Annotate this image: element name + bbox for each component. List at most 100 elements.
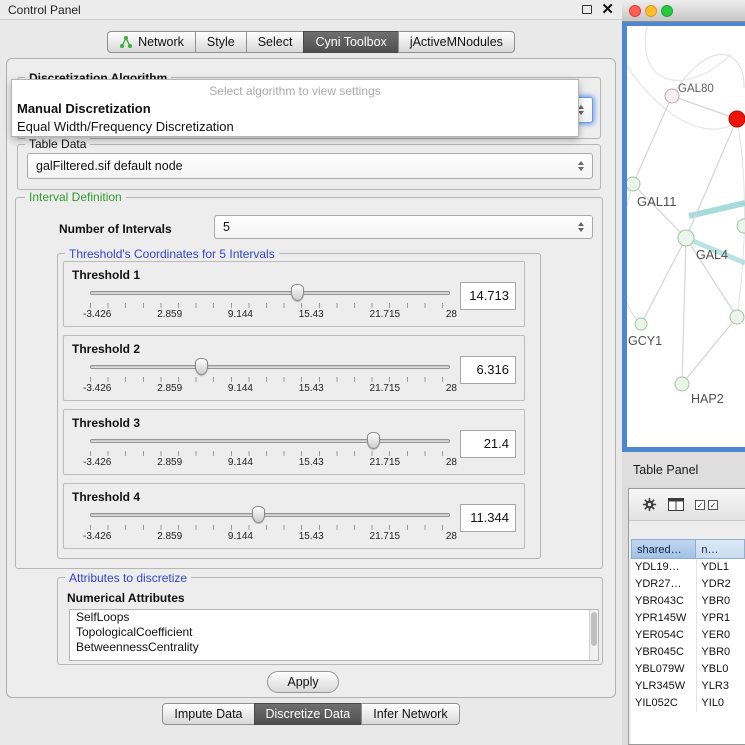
tab-style[interactable]: Style: [195, 31, 247, 53]
tab-discretize-data[interactable]: Discretize Data: [254, 703, 363, 725]
node-gal4[interactable]: [678, 230, 694, 246]
slider-track[interactable]: [90, 291, 450, 295]
numerical-attributes-label: Numerical Attributes: [67, 591, 185, 605]
numerical-attributes-list[interactable]: SelfLoops TopologicalCoefficient Between…: [69, 609, 599, 661]
close-icon[interactable]: ✕: [601, 4, 614, 16]
list-item[interactable]: TopologicalCoefficient: [70, 625, 598, 640]
tab-select[interactable]: Select: [246, 31, 305, 53]
tab-cyni-label: Cyni Toolbox: [315, 35, 386, 49]
threshold-2-slider-thumb[interactable]: [195, 358, 208, 375]
threshold-3-value-field[interactable]: 21.4: [460, 430, 516, 458]
slider-track[interactable]: [90, 365, 450, 369]
dropdown-option-equal-width[interactable]: Equal Width/Frequency Discretization: [12, 118, 578, 136]
network-canvas[interactable]: GAL80 GAL11 GAL4 GCY1 HAP2: [627, 26, 745, 447]
table-row[interactable]: YDR27…YDR2: [631, 576, 745, 593]
table-row[interactable]: YER054CYER0: [631, 627, 745, 644]
checkbox-filter-icon-2[interactable]: ✓: [708, 500, 718, 510]
node-partial-right[interactable]: [737, 219, 745, 233]
network-tab-icon: [119, 35, 133, 49]
threshold-3-slider-thumb[interactable]: [367, 432, 380, 449]
attributes-legend: Attributes to discretize: [65, 571, 191, 585]
table-row[interactable]: YBR043CYBR0: [631, 593, 745, 610]
table-row[interactable]: YBR045CYBR0: [631, 644, 745, 661]
table-body: YDL19…YDL1 YDR27…YDR2 YBR043CYBR0 YPR145…: [631, 559, 745, 744]
top-tab-bar: Network Style Select Cyni Toolbox jActiv…: [0, 31, 622, 53]
threshold-4-label: Threshold 4: [72, 490, 140, 504]
threshold-1-slider[interactable]: -3.426 2.859 9.144 15.43 21.715 28: [90, 284, 450, 324]
column-header-shared[interactable]: shared…: [631, 539, 696, 559]
network-view-window: GAL80 GAL11 GAL4 GCY1 HAP2: [622, 0, 745, 452]
list-item[interactable]: SelfLoops: [70, 610, 598, 625]
node-selected-red[interactable]: [729, 111, 745, 127]
node-hap2[interactable]: [675, 377, 689, 391]
table-row[interactable]: YIL052CYIL0: [631, 695, 745, 712]
node-label-hap2: HAP2: [691, 392, 724, 406]
scale-tick-label: 28: [446, 383, 457, 394]
tab-impute-data[interactable]: Impute Data: [162, 703, 254, 725]
slider-track[interactable]: [90, 513, 450, 517]
node-label-gal11: GAL11: [637, 194, 677, 209]
threshold-3-slider[interactable]: -3.426 2.859 9.144 15.43 21.715 28: [90, 432, 450, 472]
table-panel-window: ✓ ✓ shared… n… YDL19…YDL1 YDR27…YDR2 YBR…: [628, 488, 745, 745]
tab-network[interactable]: Network: [107, 31, 196, 53]
table-row[interactable]: YLR345WYLR3: [631, 678, 745, 695]
column-layout-icon[interactable]: [668, 498, 684, 511]
slider-ticks: [90, 451, 450, 456]
table-row[interactable]: YDL19…YDL1: [631, 559, 745, 576]
number-of-intervals-value: 5: [223, 220, 230, 234]
mac-close-button[interactable]: [629, 5, 641, 17]
threshold-4-slider[interactable]: -3.426 2.859 9.144 15.43 21.715 28: [90, 506, 450, 546]
scale-tick-label: 21.715: [370, 383, 401, 394]
tab-jactive-label: jActiveMNodules: [410, 35, 503, 49]
threshold-4-value-field[interactable]: 11.344: [460, 504, 516, 532]
tab-jactivemnodules[interactable]: jActiveMNodules: [398, 31, 515, 53]
node-gcy1[interactable]: [635, 318, 647, 330]
node-gal11[interactable]: [627, 177, 640, 191]
list-item[interactable]: BetweennessCentrality: [70, 640, 598, 655]
scale-tick-label: 21.715: [370, 457, 401, 468]
checkbox-filter-icon-1[interactable]: ✓: [695, 500, 705, 510]
network-window-titlebar[interactable]: [622, 0, 745, 22]
combo-arrows-icon: [578, 161, 584, 171]
threshold-3-panel: Threshold 3 -3.426 2.859 9.144 15.43 21.…: [63, 409, 525, 475]
threshold-2-panel: Threshold 2 -3.426 2.859 9.144 15.43 21.…: [63, 335, 525, 401]
node-gal80[interactable]: [665, 89, 679, 103]
mac-minimize-button[interactable]: [645, 5, 657, 17]
dropdown-option-manual[interactable]: Manual Discretization: [12, 100, 578, 118]
apply-button[interactable]: Apply: [267, 671, 339, 693]
node-label-gal80: GAL80: [678, 83, 714, 95]
threshold-1-label: Threshold 1: [72, 268, 140, 282]
threshold-4-slider-thumb[interactable]: [252, 506, 265, 523]
slider-track[interactable]: [90, 439, 450, 443]
scrollbar-thumb[interactable]: [591, 612, 597, 646]
scale-tick-label: 2.859: [157, 457, 182, 468]
attributes-scrollbar[interactable]: [589, 610, 598, 660]
mac-zoom-button[interactable]: [661, 5, 673, 17]
combo-arrows-icon: [578, 222, 584, 232]
scale-tick-label: 28: [446, 457, 457, 468]
algorithm-dropdown-popup: Select algorithm to view settings Manual…: [11, 79, 579, 137]
number-of-intervals-spinner[interactable]: 5: [214, 215, 593, 239]
scale-tick-label: 2.859: [157, 383, 182, 394]
threshold-2-label: Threshold 2: [72, 342, 140, 356]
threshold-2-value-field[interactable]: 6.316: [460, 356, 516, 384]
threshold-1-slider-thumb[interactable]: [291, 284, 304, 301]
tab-infer-network[interactable]: Infer Network: [361, 703, 459, 725]
float-window-icon[interactable]: [582, 5, 592, 14]
table-row[interactable]: YPR145WYPR1: [631, 610, 745, 627]
desktop: Control Panel ✕ Network Style Select Cyn: [0, 0, 745, 745]
table-settings-gear-icon[interactable]: [642, 497, 657, 512]
scale-tick-label: 15.43: [299, 531, 324, 542]
table-row[interactable]: YBL079WYBL0: [631, 661, 745, 678]
threshold-3-label: Threshold 3: [72, 416, 140, 430]
threshold-1-value-field[interactable]: 14.713: [460, 282, 516, 310]
scale-tick-label: 21.715: [370, 531, 401, 542]
table-data-combobox[interactable]: galFiltered.sif default node: [27, 153, 593, 179]
tab-cyni-toolbox[interactable]: Cyni Toolbox: [303, 31, 398, 53]
column-header-name[interactable]: n…: [696, 539, 745, 559]
node-right[interactable]: [730, 310, 744, 324]
thresholds-legend: Threshold's Coordinates for 5 Intervals: [65, 247, 279, 261]
threshold-2-slider[interactable]: -3.426 2.859 9.144 15.43 21.715 28: [90, 358, 450, 398]
slider-ticks: [90, 303, 450, 308]
network-window-frame: GAL80 GAL11 GAL4 GCY1 HAP2: [622, 22, 745, 452]
